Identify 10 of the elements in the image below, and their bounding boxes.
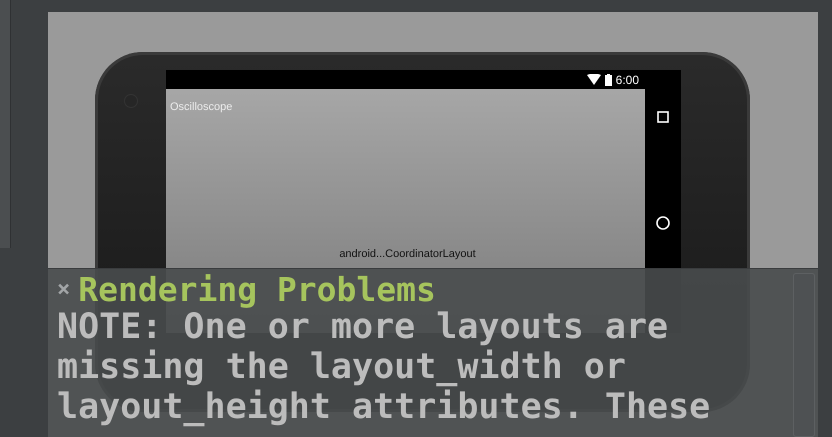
square-icon (657, 111, 669, 123)
status-time: 6:00 (616, 72, 639, 86)
close-button[interactable]: × (57, 279, 70, 301)
app-title: Oscilloscope (170, 101, 232, 113)
layout-label: android...CoordinatorLayout (339, 248, 476, 260)
problem-message: NOTE: One or more layouts are missing the layout_width or layout_height attributes. These (57, 307, 712, 427)
panel-title: Rendering Problems (78, 273, 436, 307)
battery-icon (604, 74, 612, 86)
wifi-icon (586, 74, 601, 85)
circle-icon (656, 216, 670, 230)
